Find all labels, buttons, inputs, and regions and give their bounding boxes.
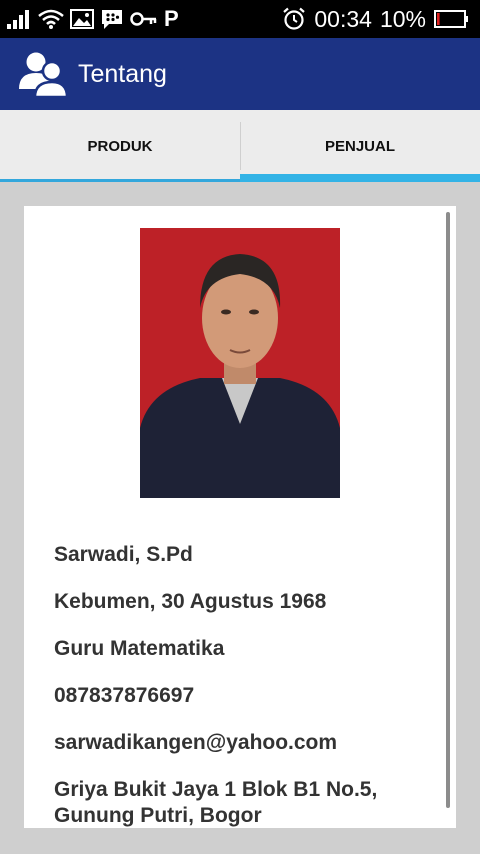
app-bar: Tentang xyxy=(0,38,480,110)
tab-produk-label: PRODUK xyxy=(87,137,153,155)
seller-photo xyxy=(140,228,340,498)
users-icon xyxy=(19,52,68,99)
portrait-image xyxy=(140,228,340,498)
scrollbar[interactable] xyxy=(446,212,450,808)
seller-card[interactable]: Sarwadi, S.Pd Kebumen, 30 Agustus 1968 G… xyxy=(24,206,456,828)
battery-icon xyxy=(434,10,468,28)
tab-penjual[interactable]: PENJUAL xyxy=(240,110,480,182)
battery-percent: 10% xyxy=(379,5,426,32)
tab-produk-underline xyxy=(0,179,240,182)
p-icon: P xyxy=(164,6,179,31)
seller-address: Griya Bukit Jaya 1 Blok B1 No.5, Gunung … xyxy=(54,778,378,827)
seller-email[interactable]: sarwadikangen@yahoo.com xyxy=(54,730,434,756)
tab-penjual-indicator xyxy=(240,174,480,182)
bbm-icon xyxy=(102,10,122,29)
seller-birth: Kebumen, 30 Agustus 1968 xyxy=(54,590,327,613)
seller-occupation: Guru Matematika xyxy=(54,637,225,660)
seller-info: Sarwadi, S.Pd Kebumen, 30 Agustus 1968 G… xyxy=(54,542,434,828)
page-title: Tentang xyxy=(78,59,167,88)
alarm-icon xyxy=(283,7,306,30)
tab-bar: PRODUK PENJUAL xyxy=(0,110,480,182)
seller-name: Sarwadi, S.Pd xyxy=(54,543,193,566)
seller-phone[interactable]: 087837876697 xyxy=(54,683,434,709)
tab-penjual-label: PENJUAL xyxy=(324,137,395,155)
image-icon xyxy=(70,9,94,29)
wifi-icon xyxy=(38,9,64,29)
notification-icons: P xyxy=(6,6,179,32)
tab-produk[interactable]: PRODUK xyxy=(0,110,240,182)
status-time: 00:34 xyxy=(314,5,372,32)
status-bar: P 00:34 10% xyxy=(0,0,480,38)
key-icon xyxy=(130,12,157,26)
signal-icon xyxy=(7,10,29,29)
